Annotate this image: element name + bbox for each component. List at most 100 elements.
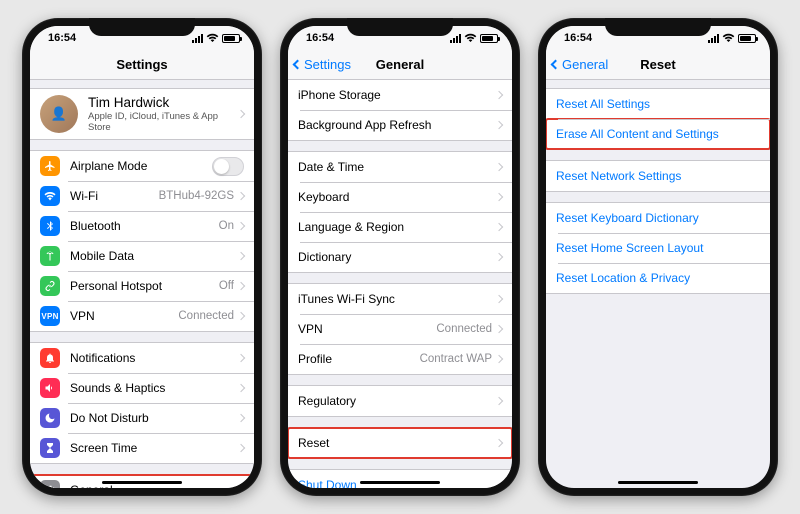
row-label: Personal Hotspot	[70, 279, 219, 293]
chevron-right-icon	[495, 163, 503, 171]
row-label: Date & Time	[298, 160, 496, 174]
gear-icon	[40, 480, 60, 488]
settings-row[interactable]: Reset Home Screen Layout	[546, 233, 770, 263]
chevron-right-icon	[495, 91, 503, 99]
chevron-right-icon	[237, 312, 245, 320]
settings-row[interactable]: Sounds & Haptics	[30, 373, 254, 403]
row-label: Airplane Mode	[70, 159, 212, 173]
status-time: 16:54	[306, 32, 334, 44]
settings-row[interactable]: Personal HotspotOff	[30, 271, 254, 301]
settings-row[interactable]: Reset Keyboard Dictionary	[546, 203, 770, 233]
antenna-icon	[40, 246, 60, 266]
chevron-right-icon	[495, 397, 503, 405]
home-indicator[interactable]	[618, 481, 698, 485]
phone-3: 16:54 General Reset Reset All SettingsEr…	[538, 18, 778, 496]
row-value: Connected	[178, 310, 234, 322]
notch	[605, 18, 711, 36]
status-right	[192, 33, 240, 43]
sync-group: iTunes Wi-Fi SyncVPNConnectedProfileCont…	[288, 283, 512, 375]
row-label: Sounds & Haptics	[70, 381, 238, 395]
settings-row[interactable]: Reset Location & Privacy	[546, 263, 770, 293]
settings-row[interactable]: iPhone Storage	[288, 80, 512, 110]
nav-bar: Settings	[30, 50, 254, 80]
signal-icon	[192, 34, 203, 43]
shut-down-row[interactable]: Shut Down	[288, 470, 512, 488]
wifi-status-icon	[722, 33, 735, 43]
chevron-right-icon	[237, 354, 245, 362]
settings-row[interactable]: Regulatory	[288, 386, 512, 416]
screen: 16:54 General Reset Reset All SettingsEr…	[546, 26, 770, 488]
content[interactable]: iPhone Storage Background App Refresh Dat…	[288, 80, 512, 488]
settings-row[interactable]: VPNVPNConnected	[30, 301, 254, 331]
row-label: Reset Home Screen Layout	[556, 241, 760, 255]
status-right	[708, 33, 756, 43]
content[interactable]: 👤 Tim Hardwick Apple ID, iCloud, iTunes …	[30, 80, 254, 488]
row-value: BTHub4-92GS	[159, 190, 234, 202]
row-label: Reset Network Settings	[556, 169, 760, 183]
chevron-right-icon	[237, 486, 245, 488]
home-indicator[interactable]	[102, 481, 182, 485]
toggle[interactable]	[212, 157, 244, 176]
locale-group: Date & Time KeyboardLanguage & Region Dict…	[288, 151, 512, 273]
reset-network-group: Reset Network Settings	[546, 160, 770, 192]
wifi-icon	[40, 186, 60, 206]
row-label: Mobile Data	[70, 249, 238, 263]
alerts-group: Notifications Sounds & Haptics Do Not Dist…	[30, 342, 254, 464]
chevron-right-icon	[495, 121, 503, 129]
home-indicator[interactable]	[360, 481, 440, 485]
row-label: Reset All Settings	[556, 97, 760, 111]
back-button[interactable]: General	[552, 57, 608, 72]
settings-row[interactable]: Reset All Settings	[546, 89, 770, 119]
settings-row[interactable]: Background App Refresh	[288, 110, 512, 140]
settings-row[interactable]: VPNConnected	[288, 314, 512, 344]
reset-other-group: Reset Keyboard Dictionary Reset Home Scre…	[546, 202, 770, 294]
settings-row[interactable]: Notifications	[30, 343, 254, 373]
reset-group: Reset	[288, 427, 512, 459]
screen: 16:54 Settings General iPhone StorageBac…	[288, 26, 512, 488]
settings-row[interactable]: Screen Time	[30, 433, 254, 463]
row-label: Erase All Content and Settings	[556, 127, 760, 141]
row-label: Dictionary	[298, 250, 496, 264]
back-button[interactable]: Settings	[294, 57, 351, 72]
profile-sub: Apple ID, iCloud, iTunes & App Store	[88, 111, 238, 133]
avatar: 👤	[40, 95, 78, 133]
settings-row[interactable]: Dictionary	[288, 242, 512, 272]
bluetooth-icon	[40, 216, 60, 236]
battery-icon	[222, 34, 240, 43]
settings-row[interactable]: Wi-FiBTHub4-92GS	[30, 181, 254, 211]
hotspot-icon	[40, 276, 60, 296]
chevron-right-icon	[495, 253, 503, 261]
settings-row[interactable]: Erase All Content and Settings	[546, 119, 770, 149]
content[interactable]: Reset All Settings Erase All Content and …	[546, 80, 770, 488]
settings-row[interactable]: Keyboard	[288, 182, 512, 212]
settings-row[interactable]: Do Not Disturb	[30, 403, 254, 433]
airplane-icon	[40, 156, 60, 176]
reset-all-group: Reset All Settings Erase All Content and …	[546, 88, 770, 150]
status-right	[450, 33, 498, 43]
settings-row[interactable]: Reset	[288, 428, 512, 458]
apple-id-row[interactable]: 👤 Tim Hardwick Apple ID, iCloud, iTunes …	[30, 89, 254, 139]
page-title: Settings	[116, 57, 167, 72]
phone-2: 16:54 Settings General iPhone StorageBac…	[280, 18, 520, 496]
settings-row[interactable]: ProfileContract WAP	[288, 344, 512, 374]
settings-row[interactable]: BluetoothOn	[30, 211, 254, 241]
row-label: Reset Keyboard Dictionary	[556, 211, 760, 225]
settings-row[interactable]: Reset Network Settings	[546, 161, 770, 191]
shutdown-group: Shut Down	[288, 469, 512, 488]
settings-row[interactable]: Date & Time	[288, 152, 512, 182]
chevron-left-icon	[551, 60, 561, 70]
row-label: Background App Refresh	[298, 118, 496, 132]
wifi-status-icon	[464, 33, 477, 43]
screen: 16:54 Settings 👤 Tim Hardwick Apple ID, …	[30, 26, 254, 488]
notifications-icon	[40, 348, 60, 368]
chevron-right-icon	[495, 295, 503, 303]
battery-icon	[738, 34, 756, 43]
chevron-right-icon	[237, 444, 245, 452]
settings-row[interactable]: Language & Region	[288, 212, 512, 242]
row-label: Profile	[298, 352, 420, 366]
settings-row[interactable]: Airplane Mode	[30, 151, 254, 181]
back-label: General	[562, 57, 608, 72]
settings-row[interactable]: Mobile Data	[30, 241, 254, 271]
settings-row[interactable]: iTunes Wi-Fi Sync	[288, 284, 512, 314]
regulatory-group: Regulatory	[288, 385, 512, 417]
